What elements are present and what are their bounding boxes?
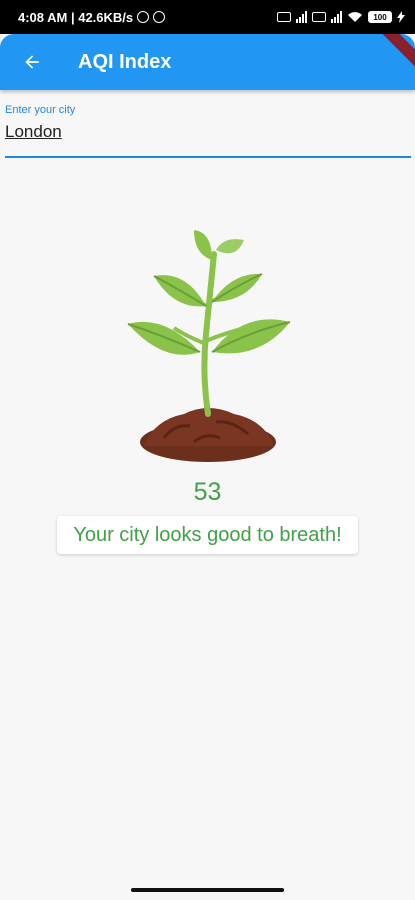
page-title: AQI Index [78, 50, 172, 73]
signal-icon [296, 11, 307, 23]
debug-ribbon [377, 34, 415, 72]
city-field-label: Enter your city [5, 104, 76, 116]
status-bar: 4:08 AM | 42.6KB/s 100 [0, 0, 415, 34]
whatsapp-icon [137, 11, 150, 23]
charging-icon [397, 11, 405, 23]
city-field-underline [5, 156, 411, 158]
status-right: 100 [277, 11, 405, 23]
status-time-speed: 4:08 AM | 42.6KB/s [18, 9, 134, 25]
battery-level: 100 [373, 12, 387, 22]
arrow-left-icon [25, 55, 39, 69]
sim2-icon [312, 12, 326, 22]
status-left: 4:08 AM | 42.6KB/s [18, 9, 166, 25]
signal2-icon [331, 11, 342, 23]
notification-icon [153, 11, 166, 23]
sim-icon [277, 12, 291, 22]
city-field[interactable]: Enter your city London [5, 104, 411, 158]
aqi-message-card: Your city looks good to breath! [57, 516, 358, 554]
back-button[interactable] [4, 34, 60, 90]
aqi-value: 53 [193, 478, 222, 506]
city-input[interactable]: London [5, 122, 411, 142]
home-indicator[interactable] [131, 888, 284, 892]
wifi-icon [348, 12, 362, 22]
app-bar: AQI Index [0, 34, 415, 90]
plant-sprout-image [127, 230, 291, 462]
battery-icon: 100 [368, 11, 392, 23]
aqi-message: Your city looks good to breath! [73, 523, 342, 546]
